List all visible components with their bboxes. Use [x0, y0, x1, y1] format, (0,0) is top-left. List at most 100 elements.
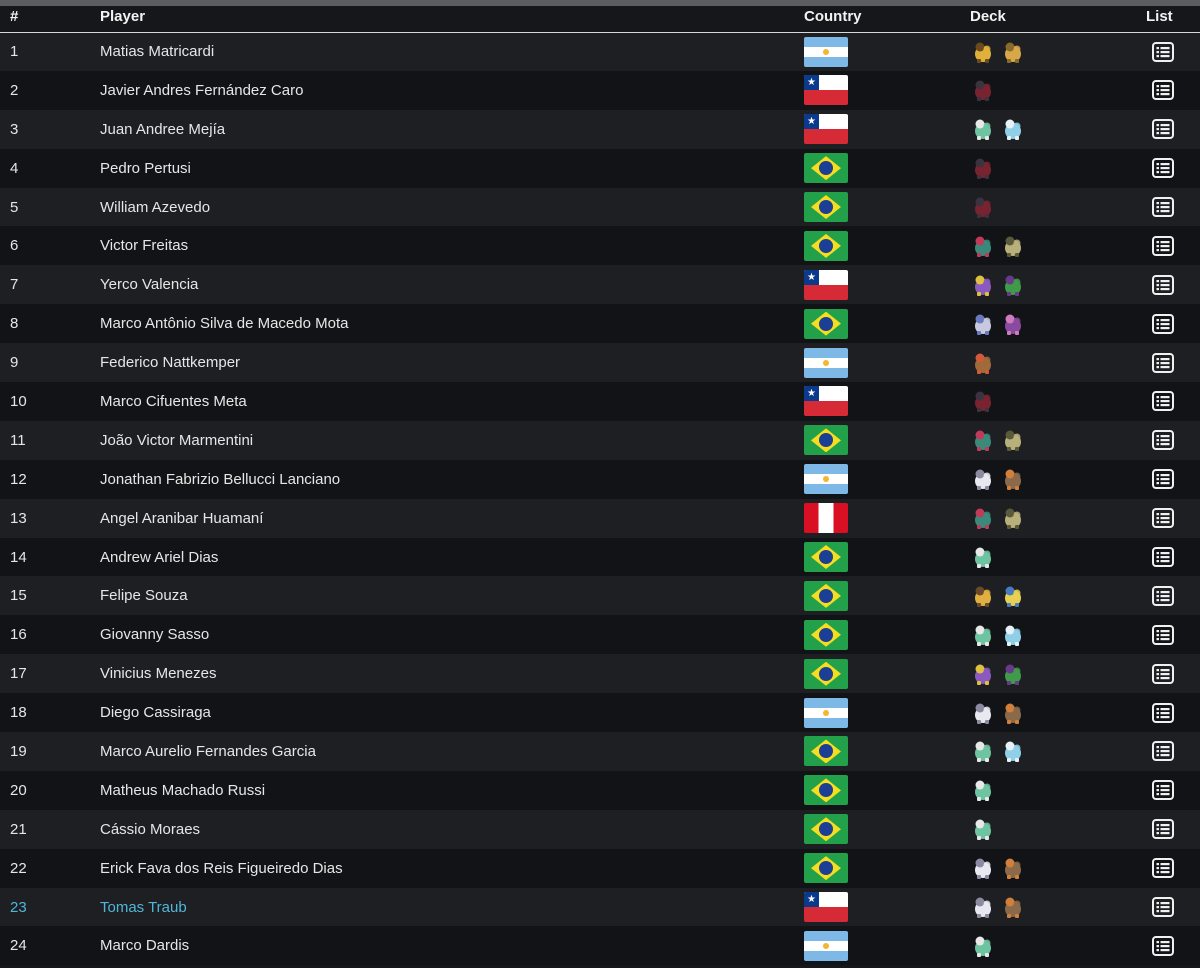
- country-cell: [804, 149, 970, 188]
- player-name[interactable]: Marco Aurelio Fernandes Garcia: [100, 732, 804, 771]
- player-name[interactable]: Victor Freitas: [100, 226, 804, 265]
- list-icon[interactable]: [1152, 702, 1174, 723]
- deck-cell[interactable]: [970, 226, 1146, 265]
- player-name[interactable]: Vinicius Menezes: [100, 654, 804, 693]
- table-row: 21 Cássio Moraes: [0, 809, 1200, 849]
- deck-cell[interactable]: [970, 849, 1146, 888]
- pokemon-m-icon: [970, 466, 996, 492]
- deck-cell[interactable]: [970, 149, 1146, 188]
- list-icon[interactable]: [1152, 858, 1174, 879]
- list-icon[interactable]: [1152, 119, 1174, 140]
- rank-cell: 7: [10, 276, 19, 294]
- player-name[interactable]: Cássio Moraes: [100, 810, 804, 849]
- list-icon[interactable]: [1152, 235, 1174, 256]
- player-name[interactable]: Federico Nattkemper: [100, 343, 804, 382]
- deck-cell[interactable]: [970, 71, 1146, 110]
- deck-cell[interactable]: [970, 304, 1146, 343]
- pokemon-d-icon: [970, 544, 996, 570]
- flag-br-icon: [804, 542, 848, 573]
- deck-cell[interactable]: [970, 110, 1146, 149]
- player-name[interactable]: William Azevedo: [100, 188, 804, 227]
- deck-cell[interactable]: [970, 810, 1146, 849]
- list-icon[interactable]: [1152, 780, 1174, 801]
- country-cell: [804, 654, 970, 693]
- deck-cell[interactable]: [970, 615, 1146, 654]
- player-name[interactable]: Marco Antônio Silva de Macedo Mota: [100, 304, 804, 343]
- country-cell: [804, 460, 970, 499]
- country-cell: [804, 343, 970, 382]
- list-icon[interactable]: [1152, 391, 1174, 412]
- list-icon[interactable]: [1152, 547, 1174, 568]
- country-cell: [804, 849, 970, 888]
- player-name[interactable]: Marco Cifuentes Meta: [100, 382, 804, 421]
- player-name[interactable]: Erick Fava dos Reis Figueiredo Dias: [100, 849, 804, 888]
- player-name[interactable]: Yerco Valencia: [100, 265, 804, 304]
- list-icon[interactable]: [1152, 508, 1174, 529]
- deck-cell[interactable]: [970, 382, 1146, 421]
- flag-ar-icon: [804, 930, 848, 961]
- player-name[interactable]: Diego Cassiraga: [100, 693, 804, 732]
- list-icon[interactable]: [1152, 741, 1174, 762]
- deck-cell[interactable]: [970, 926, 1146, 965]
- deck-cell[interactable]: [970, 265, 1146, 304]
- flag-br-icon: [804, 230, 848, 261]
- list-icon[interactable]: [1152, 352, 1174, 373]
- deck-cell[interactable]: [970, 654, 1146, 693]
- list-icon[interactable]: [1152, 935, 1174, 956]
- player-name[interactable]: Giovanny Sasso: [100, 615, 804, 654]
- list-cell: [1146, 149, 1200, 188]
- player-name[interactable]: Marco Dardis: [100, 926, 804, 965]
- rank-cell: 18: [10, 704, 27, 722]
- player-name[interactable]: Matheus Machado Russi: [100, 771, 804, 810]
- list-icon[interactable]: [1152, 430, 1174, 451]
- flag-br-icon: [804, 308, 848, 339]
- list-icon[interactable]: [1152, 819, 1174, 840]
- player-name[interactable]: Matias Matricardi: [100, 32, 804, 71]
- deck-cell[interactable]: [970, 576, 1146, 615]
- deck-cell[interactable]: [970, 732, 1146, 771]
- standings-table: # Player Country Deck List 1 Matias Matri…: [0, 6, 1200, 966]
- player-name[interactable]: Felipe Souza: [100, 576, 804, 615]
- country-cell: [804, 32, 970, 71]
- list-icon[interactable]: [1152, 158, 1174, 179]
- list-cell: [1146, 499, 1200, 538]
- deck-cell[interactable]: [970, 32, 1146, 71]
- header-rank: #: [0, 6, 100, 33]
- header-list: List: [1146, 6, 1200, 33]
- list-icon[interactable]: [1152, 897, 1174, 918]
- player-name[interactable]: João Victor Marmentini: [100, 421, 804, 460]
- player-name[interactable]: Tomas Traub: [100, 888, 804, 927]
- pokemon-e-icon: [1000, 622, 1026, 648]
- list-icon[interactable]: [1152, 663, 1174, 684]
- list-icon[interactable]: [1152, 197, 1174, 217]
- list-icon[interactable]: [1152, 585, 1174, 606]
- player-name[interactable]: Jonathan Fabrizio Bellucci Lanciano: [100, 460, 804, 499]
- deck-cell[interactable]: [970, 538, 1146, 577]
- deck-cell[interactable]: [970, 343, 1146, 382]
- list-icon[interactable]: [1152, 41, 1174, 62]
- list-icon[interactable]: [1152, 469, 1174, 490]
- deck-cell[interactable]: [970, 771, 1146, 810]
- deck-cell[interactable]: [970, 693, 1146, 732]
- flag-cl-icon: ★: [804, 75, 848, 106]
- deck-cell[interactable]: [970, 421, 1146, 460]
- deck-cell[interactable]: [970, 499, 1146, 538]
- list-icon[interactable]: [1152, 274, 1174, 295]
- rank-cell: 11: [10, 431, 26, 449]
- list-icon[interactable]: [1152, 80, 1174, 101]
- player-name[interactable]: Pedro Pertusi: [100, 149, 804, 188]
- pokemon-n-icon: [1000, 466, 1026, 492]
- table-row: 15 Felipe Souza: [0, 576, 1200, 616]
- player-name[interactable]: Javier Andres Fernández Caro: [100, 71, 804, 110]
- player-name[interactable]: Juan Andree Mejía: [100, 110, 804, 149]
- player-name[interactable]: Andrew Ariel Dias: [100, 538, 804, 577]
- flag-cl-icon: ★: [804, 114, 848, 145]
- deck-cell[interactable]: [970, 460, 1146, 499]
- player-name[interactable]: Angel Aranibar Huamaní: [100, 499, 804, 538]
- list-icon[interactable]: [1152, 624, 1174, 645]
- deck-cell[interactable]: [970, 888, 1146, 927]
- list-cell: [1146, 693, 1200, 732]
- list-icon[interactable]: [1152, 313, 1174, 334]
- deck-cell[interactable]: [970, 188, 1146, 227]
- table-row: 9 Federico Nattkemper: [0, 343, 1200, 383]
